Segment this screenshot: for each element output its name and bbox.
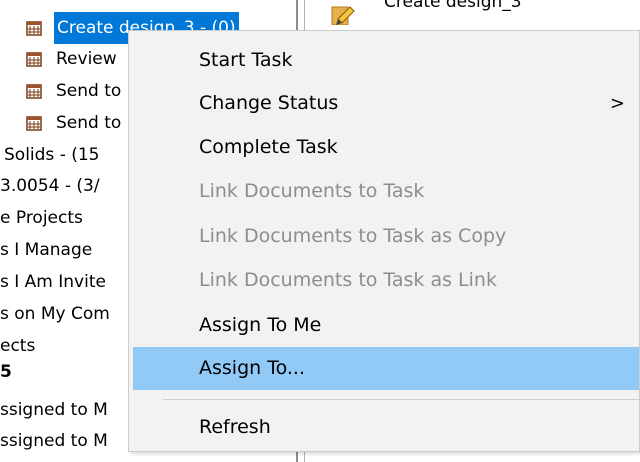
tree-item[interactable]: e Projects	[0, 202, 83, 234]
tree-item[interactable]: s I Manage	[0, 234, 92, 266]
menu-item-assign-to[interactable]: Assign To...	[133, 347, 639, 390]
menu-item-link-documents: Link Documents to Task	[199, 180, 425, 202]
calendar-icon	[26, 20, 42, 36]
tree-item[interactable]: Solids - (15	[4, 139, 100, 171]
menu-item-change-status[interactable]: Change Status >	[133, 82, 639, 125]
menu-item-label: Change Status	[199, 92, 339, 114]
tree-item-label: Send to	[56, 113, 122, 133]
menu-item-assign-to-me[interactable]: Assign To Me	[133, 304, 639, 347]
tree-item-label: Send to	[56, 81, 122, 101]
tree-item[interactable]: ssigned to M	[0, 425, 108, 457]
tree-item[interactable]: 3.0054 - (3/	[0, 170, 100, 202]
calendar-icon	[26, 51, 42, 67]
chevron-right-icon: >	[609, 93, 625, 114]
right-panel-row[interactable]: Create design_3	[318, 0, 640, 30]
menu-item-complete-task[interactable]: Complete Task	[133, 126, 639, 169]
menu-item-link-documents-link: Link Documents to Task as Link	[199, 269, 497, 291]
tree-item[interactable]: ssigned to M	[0, 394, 108, 426]
tree-item[interactable]: s on My Com	[0, 298, 110, 330]
calendar-icon	[26, 115, 42, 131]
tree-item[interactable]: s I Am Invite	[0, 266, 106, 298]
menu-item-start-task[interactable]: Start Task	[133, 39, 639, 82]
menu-separator	[163, 399, 639, 400]
menu-item-link-documents-copy: Link Documents to Task as Copy	[199, 225, 507, 247]
calendar-icon	[26, 83, 42, 99]
right-panel-label: Create design_3	[384, 0, 522, 12]
tree-item-label: Review	[56, 49, 117, 69]
context-menu: Start Task Change Status > Complete Task…	[128, 30, 640, 452]
tree-item[interactable]: 5	[0, 356, 12, 388]
document-edit-icon	[330, 3, 356, 29]
menu-item-refresh[interactable]: Refresh	[133, 406, 639, 449]
